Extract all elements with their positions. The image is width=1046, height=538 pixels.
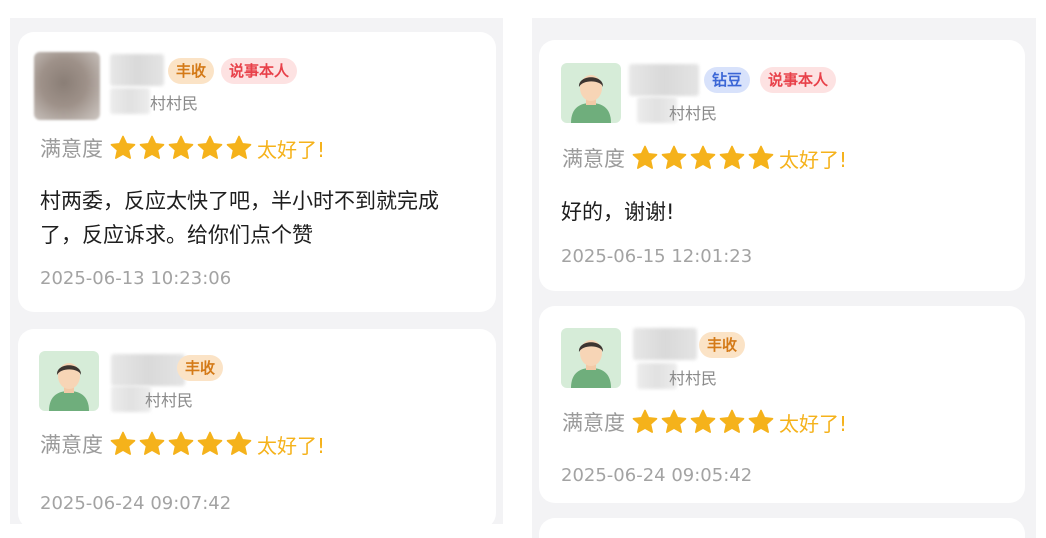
rating-text: 太好了! <box>257 433 326 458</box>
timestamp: 2025-06-24 09:07:42 <box>40 493 232 514</box>
review-card: 丰收 说事本人 村村民 满意度 太好了! 村两委，反应太快了吧，半小时不到就完成… <box>18 32 496 312</box>
star-icon <box>226 431 252 455</box>
village-name-redacted <box>110 88 150 114</box>
village-label: 村村民 <box>669 369 718 388</box>
star-icon <box>168 431 194 455</box>
user-avatar-icon <box>561 328 621 388</box>
star-icon <box>197 431 223 455</box>
star-icon <box>748 409 774 433</box>
review-card-partial <box>539 518 1025 538</box>
user-name-redacted <box>110 54 164 86</box>
rating-label: 满意度 <box>40 137 103 161</box>
satisfaction-rating: 满意度 太好了! <box>562 143 847 173</box>
star-icon <box>110 431 136 455</box>
star-icon <box>197 135 223 159</box>
star-icon <box>168 135 194 159</box>
star-rating <box>109 430 254 458</box>
rating-label: 满意度 <box>40 433 103 457</box>
star-icon <box>632 145 658 169</box>
tag-badge: 说事本人 <box>221 58 298 84</box>
star-icon <box>139 431 165 455</box>
rating-label: 满意度 <box>562 411 625 435</box>
star-icon <box>632 409 658 433</box>
star-icon <box>690 409 716 433</box>
review-column-right: 钻豆 说事本人 村村民 满意度 太好了! 好的，谢谢! 2025-06-15 1… <box>532 18 1036 538</box>
review-card: 钻豆 说事本人 村村民 满意度 太好了! 好的，谢谢! 2025-06-15 1… <box>539 40 1025 291</box>
tag-badge: 丰收 <box>168 58 215 84</box>
review-column-left: 丰收 说事本人 村村民 满意度 太好了! 村两委，反应太快了吧，半小时不到就完成… <box>10 18 503 524</box>
tag-badge: 丰收 <box>177 355 224 381</box>
review-card: 丰收 村村民 满意度 太好了! 2025-06-24 09:05:42 <box>539 306 1025 503</box>
satisfaction-rating: 满意度 太好了! <box>562 407 847 437</box>
star-icon <box>719 145 745 169</box>
village-label: 村村民 <box>150 94 199 113</box>
user-name-redacted <box>629 64 699 96</box>
satisfaction-rating: 满意度 太好了! <box>40 133 325 163</box>
rating-text: 太好了! <box>779 147 848 172</box>
timestamp: 2025-06-24 09:05:42 <box>561 465 753 486</box>
star-icon <box>110 135 136 159</box>
village-label: 村村民 <box>145 391 194 410</box>
user-avatar-icon <box>39 351 99 411</box>
rating-text: 太好了! <box>257 137 326 162</box>
star-rating <box>109 134 254 162</box>
avatar[interactable] <box>39 351 99 411</box>
star-icon <box>748 145 774 169</box>
timestamp: 2025-06-15 12:01:23 <box>561 246 753 267</box>
star-icon <box>690 145 716 169</box>
user-avatar-icon <box>561 63 621 123</box>
star-icon <box>719 409 745 433</box>
tag-badge: 丰收 <box>699 332 746 358</box>
avatar[interactable] <box>561 328 621 388</box>
star-icon <box>661 409 687 433</box>
comment-text: 好的，谢谢! <box>561 200 675 224</box>
tag-badge: 钻豆 <box>704 67 751 93</box>
user-name-redacted <box>111 354 185 386</box>
satisfaction-rating: 满意度 太好了! <box>40 429 325 459</box>
avatar[interactable] <box>34 52 100 120</box>
star-icon <box>661 145 687 169</box>
tag-badge: 说事本人 <box>760 67 837 93</box>
comment-text: 村两委，反应太快了吧，半小时不到就完成了，反应诉求。给你们点个赞 <box>40 189 439 247</box>
rating-text: 太好了! <box>779 411 848 436</box>
star-icon <box>226 135 252 159</box>
timestamp: 2025-06-13 10:23:06 <box>40 268 232 289</box>
review-card: 丰收 村村民 满意度 太好了! 2025-06-24 09:07:42 <box>18 329 496 524</box>
user-name-redacted <box>633 328 697 360</box>
star-rating <box>631 408 776 436</box>
star-rating <box>631 144 776 172</box>
star-icon <box>139 135 165 159</box>
avatar[interactable] <box>561 63 621 123</box>
village-label: 村村民 <box>669 104 718 123</box>
rating-label: 满意度 <box>562 147 625 171</box>
